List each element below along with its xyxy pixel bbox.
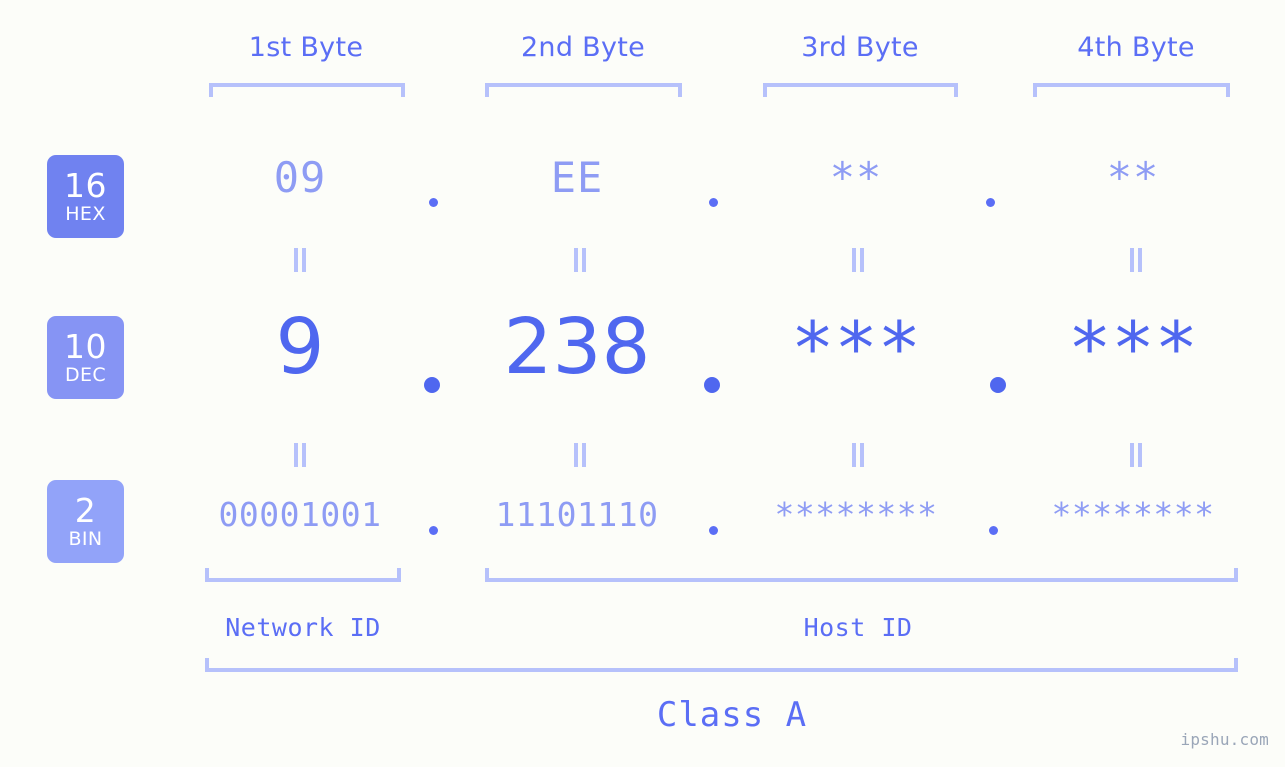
byte-header-3: 3rd Byte — [801, 32, 919, 63]
byte-bracket-3 — [763, 83, 958, 97]
bin-byte-3-value: ******** — [774, 495, 938, 534]
bin-separator-dot-2 — [709, 526, 718, 535]
class-bracket — [205, 658, 1238, 672]
base-badge-hex: 16 HEX — [47, 155, 124, 238]
dec-byte-2-value: 238 — [503, 303, 651, 392]
byte-bracket-4 — [1033, 83, 1230, 97]
equals-mark-hex-dec-2 — [573, 248, 587, 272]
byte-bracket-2 — [485, 83, 682, 97]
base-badge-bin: 2 BIN — [47, 480, 124, 563]
base-badge-dec-number: 10 — [64, 327, 107, 366]
byte-bracket-1 — [209, 83, 405, 97]
base-badge-dec-abbr: DEC — [64, 364, 107, 386]
equals-mark-dec-bin-4 — [1129, 443, 1143, 467]
dec-byte-4-value: *** — [1067, 306, 1199, 390]
equals-mark-dec-bin-1 — [293, 443, 307, 467]
bin-byte-4-value: ******** — [1051, 495, 1215, 534]
host-id-bracket — [485, 568, 1238, 582]
equals-mark-hex-dec-3 — [851, 248, 865, 272]
base-badge-bin-number: 2 — [74, 491, 97, 530]
dec-separator-dot-1 — [424, 377, 440, 393]
dec-byte-3-value: *** — [790, 306, 922, 390]
site-watermark: ipshu.com — [1180, 730, 1269, 749]
equals-mark-hex-dec-1 — [293, 248, 307, 272]
dec-separator-dot-2 — [704, 377, 720, 393]
network-id-label: Network ID — [225, 613, 381, 642]
ip-breakdown-canvas: 1st Byte 2nd Byte 3rd Byte 4th Byte 16 H… — [0, 0, 1285, 767]
equals-mark-dec-bin-3 — [851, 443, 865, 467]
base-badge-hex-abbr: HEX — [65, 203, 106, 225]
bin-separator-dot-3 — [989, 526, 998, 535]
dec-separator-dot-3 — [990, 377, 1006, 393]
network-id-bracket — [205, 568, 401, 582]
equals-mark-hex-dec-4 — [1129, 248, 1143, 272]
base-badge-hex-number: 16 — [64, 166, 107, 205]
dec-byte-1-value: 9 — [275, 303, 325, 392]
hex-separator-dot-3 — [986, 198, 995, 207]
hex-separator-dot-2 — [709, 198, 718, 207]
byte-header-1: 1st Byte — [248, 32, 364, 63]
bin-byte-1-value: 00001001 — [218, 495, 382, 534]
bin-byte-2-value: 11101110 — [495, 495, 659, 534]
byte-header-4: 4th Byte — [1077, 32, 1195, 63]
base-badge-dec: 10 DEC — [47, 316, 124, 399]
host-id-label: Host ID — [803, 613, 913, 642]
hex-byte-3-value: ** — [829, 153, 883, 202]
hex-separator-dot-1 — [429, 198, 438, 207]
class-label: Class A — [656, 695, 808, 735]
byte-header-2: 2nd Byte — [520, 32, 646, 63]
bin-separator-dot-1 — [429, 526, 438, 535]
base-badge-bin-abbr: BIN — [68, 528, 103, 550]
equals-mark-dec-bin-2 — [573, 443, 587, 467]
hex-byte-1-value: 09 — [273, 153, 327, 202]
hex-byte-4-value: ** — [1106, 153, 1160, 202]
hex-byte-2-value: EE — [550, 153, 604, 202]
